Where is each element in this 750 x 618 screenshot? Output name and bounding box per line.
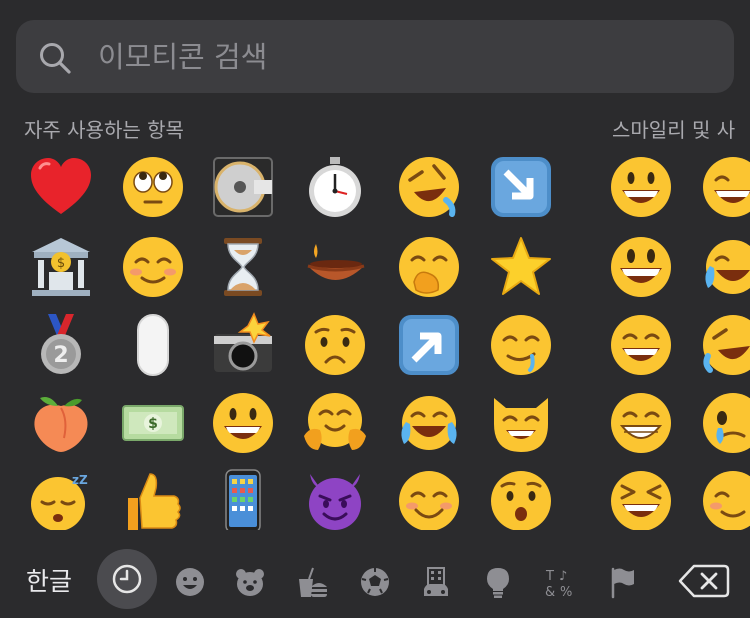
category-activity-tab[interactable] [349,556,401,608]
smiley-icon [176,568,204,596]
emoji-keyboard-bottom-bar: 한글 T ♪ &% [0,545,750,618]
section-title-frequent: 자주 사용하는 항목 [24,118,184,142]
minidisc-emoji[interactable] [206,150,280,224]
recent-clock-icon [112,564,142,594]
hushed-face-emoji[interactable] [484,464,558,530]
ball-icon [361,568,389,596]
emoji-search-bar[interactable] [16,20,734,93]
category-smileys-tab[interactable] [164,556,216,608]
camera-with-flash-emoji[interactable] [206,308,280,382]
category-objects-tab[interactable] [472,556,524,608]
smiling-face-emoji[interactable] [696,464,750,530]
food-icon [299,567,327,597]
tears-of-joy-emoji[interactable] [392,386,466,460]
flag-icon [611,567,634,599]
stopwatch-emoji[interactable] [298,150,372,224]
category-food-tab[interactable] [286,556,338,608]
svg-text:♪: ♪ [559,569,567,584]
hugging-face-emoji[interactable] [298,386,372,460]
rolling-on-floor-laughing-emoji[interactable] [392,150,466,224]
up-right-arrow-emoji[interactable] [392,308,466,382]
lightbulb-icon [487,568,509,598]
emoji-grid: $ 2 $ zZ [0,150,750,530]
svg-text:T: T [545,569,554,584]
grinning-big-eyes-emoji[interactable] [604,230,678,304]
language-switch-button[interactable]: 한글 [26,562,72,598]
grinning-face-emoji[interactable] [604,150,678,224]
face-with-rolling-eyes-emoji[interactable] [116,150,190,224]
category-animals-tab[interactable] [224,556,276,608]
smiling-face-emoji[interactable] [116,230,190,304]
thumbs-up-emoji[interactable] [116,464,190,530]
svg-text:%: % [560,585,572,599]
face-with-hand-over-mouth-emoji[interactable] [392,230,466,304]
face-holding-back-tears-emoji[interactable] [696,386,750,460]
squinting-laughing-emoji[interactable] [604,464,678,530]
smiling-devil-emoji[interactable] [298,464,372,530]
building-icon [424,567,448,596]
grinning-sweat-emoji[interactable] [696,150,750,224]
delete-backspace-icon[interactable] [678,563,730,599]
red-heart-emoji[interactable] [24,150,98,224]
beaming-face-emoji[interactable] [604,386,678,460]
symbols-icon: T ♪&% [545,569,572,599]
anxious-face-emoji[interactable] [298,308,372,382]
peach-emoji[interactable] [24,386,98,460]
category-recent-tab[interactable] [97,549,157,609]
grinning-cat-emoji[interactable] [484,386,558,460]
second-place-medal-emoji[interactable]: 2 [24,308,98,382]
rolling-on-floor-laughing-emoji[interactable] [696,308,750,382]
computer-mouse-emoji[interactable] [116,308,190,382]
banknote-emoji[interactable]: $ [116,386,190,460]
tears-of-joy-emoji[interactable] [696,230,750,304]
category-travel-tab[interactable] [410,556,462,608]
diya-lamp-emoji[interactable] [298,230,372,304]
down-right-arrow-emoji[interactable] [484,150,558,224]
bank-emoji[interactable]: $ [24,230,98,304]
grinning-smiling-eyes-emoji[interactable] [604,308,678,382]
search-icon [40,43,71,74]
bear-icon [236,569,264,596]
hourglass-emoji[interactable] [206,230,280,304]
svg-text:$: $ [148,416,158,432]
mobile-phone-emoji[interactable] [206,464,280,530]
svg-text:zZ: zZ [72,473,88,487]
svg-text:&: & [545,585,555,599]
svg-text:2: 2 [53,343,68,368]
sleeping-face-emoji[interactable]: zZ [24,464,98,530]
star-emoji[interactable] [484,230,558,304]
grinning-face-emoji[interactable] [206,386,280,460]
smiling-eyes-emoji[interactable] [392,464,466,530]
category-flags-tab[interactable] [596,556,648,608]
category-symbols-tab[interactable]: T ♪ &% [534,556,586,608]
svg-text:$: $ [57,256,65,271]
drooling-face-emoji[interactable] [484,308,558,382]
emoji-search-input[interactable] [96,32,700,82]
section-title-smileys: 스마일리 및 사 [612,118,736,142]
